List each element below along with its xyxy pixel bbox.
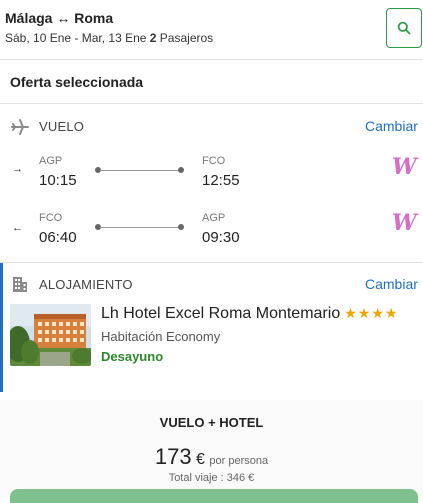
search-button[interactable]: [386, 8, 422, 48]
hotel-stars: ★★★★: [344, 305, 399, 321]
hotel-name-row: Lh Hotel Excel Roma Montemario ★★★★: [101, 305, 398, 323]
outbound-to-code: FCO: [202, 155, 226, 167]
hotel-section-label: ALOJAMIENTO: [39, 277, 133, 292]
offer-title: Oferta seleccionada: [10, 74, 144, 90]
arrow-right-icon: →: [12, 163, 23, 175]
board-type: Desayuno: [101, 349, 164, 364]
inbound-from-code: FCO: [39, 212, 63, 224]
passenger-label: Pasajeros: [159, 31, 214, 45]
inbound-track: [100, 227, 180, 228]
trip-dates: Sáb, 10 Ene - Mar, 13 Ene 2 Pasajeros: [5, 31, 213, 45]
outbound-from-code: AGP: [39, 155, 63, 167]
outbound-end-dot: [178, 167, 184, 173]
route-title: Málaga ↔ Roma: [5, 10, 113, 26]
search-icon: [397, 21, 411, 35]
hotel-name[interactable]: Lh Hotel Excel Roma Montemario: [101, 305, 340, 322]
origin-city: Málaga: [5, 10, 53, 26]
inbound-to-time: 09:30: [202, 229, 240, 246]
airline-logo-return: W: [392, 210, 417, 236]
total-price: Total viaje : 346 €: [168, 472, 255, 484]
inbound-from-time: 06:40: [39, 229, 77, 246]
outbound-track: [100, 170, 180, 171]
flight-section-label: VUELO: [39, 119, 85, 134]
swap-arrows-icon: ↔: [56, 10, 71, 26]
outbound-to-time: 12:55: [202, 172, 240, 189]
change-flight-link[interactable]: Cambiar: [365, 118, 418, 134]
price-value: 173: [154, 444, 192, 469]
book-button[interactable]: [10, 489, 418, 503]
hotel-photo: [10, 304, 91, 366]
destination-city: Roma: [74, 10, 114, 26]
building-icon: [13, 277, 27, 292]
price-row: 173 € por persona: [0, 444, 423, 470]
plane-icon: [11, 119, 29, 135]
price-currency: €: [196, 451, 205, 468]
header-divider: [0, 59, 423, 60]
inbound-end-dot: [178, 224, 184, 230]
change-hotel-link[interactable]: Cambiar: [365, 276, 418, 292]
airline-logo: W: [392, 154, 417, 180]
flight-divider: [0, 262, 423, 263]
inbound-to-code: AGP: [202, 212, 226, 224]
hotel-selected-accent: [0, 263, 3, 392]
outbound-from-time: 10:15: [39, 172, 77, 189]
arrow-left-icon: ←: [12, 222, 23, 234]
passenger-count: 2: [149, 31, 157, 45]
offer-divider: [0, 103, 423, 104]
date-range: Sáb, 10 Ene - Mar, 13 Ene: [5, 31, 147, 45]
room-type: Habitación Economy: [101, 329, 221, 344]
price-per-person: por persona: [209, 455, 269, 467]
package-label: VUELO + HOTEL: [159, 415, 264, 430]
